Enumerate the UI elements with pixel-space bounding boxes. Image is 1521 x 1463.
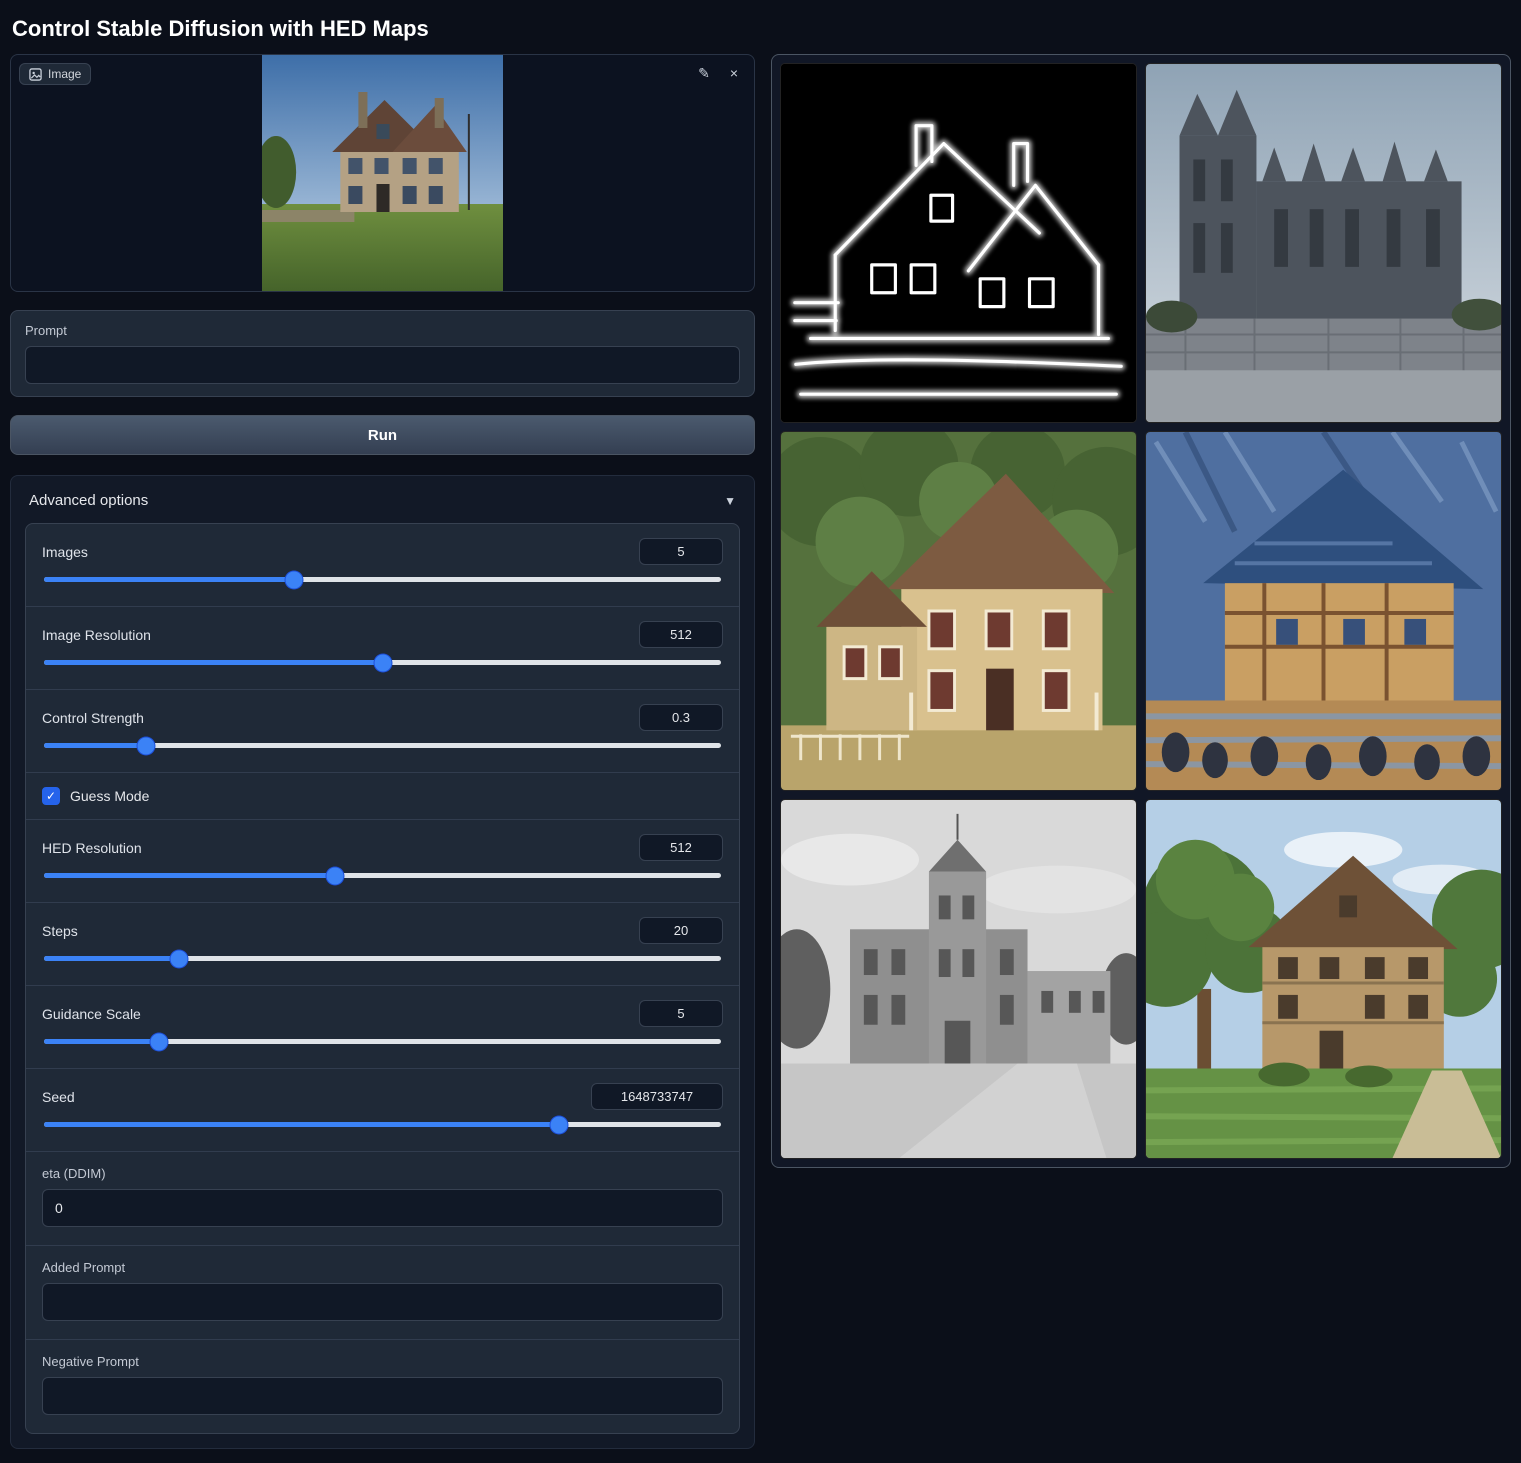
control-strength-label: Control Strength [42, 710, 144, 726]
app-layout: Image ✎ × [0, 54, 1521, 1463]
hed-resolution-label: HED Resolution [42, 840, 142, 856]
steps-label: Steps [42, 923, 78, 939]
slider-handle[interactable] [374, 654, 391, 671]
slider-fill [44, 956, 179, 961]
steps-value-input[interactable] [639, 917, 723, 944]
guidance-scale-slider[interactable] [44, 1039, 721, 1044]
prompt-label: Prompt [25, 323, 740, 338]
eta-input[interactable] [42, 1189, 723, 1227]
image-input-label: Image [48, 67, 81, 81]
negative-prompt-input[interactable] [42, 1377, 723, 1415]
check-icon: ✓ [46, 789, 56, 803]
image-resolution-slider[interactable] [44, 660, 721, 665]
image-resolution-label: Image Resolution [42, 627, 151, 643]
slider-fill [44, 743, 146, 748]
slider-fill [44, 873, 335, 878]
guess-mode-row: ✓ Guess Mode [26, 773, 739, 820]
guidance-scale-label: Guidance Scale [42, 1006, 141, 1022]
seed-slider[interactable] [44, 1122, 721, 1127]
slider-guidance-scale: Guidance Scale [26, 986, 739, 1069]
uploaded-house-photo[interactable] [262, 54, 503, 292]
slider-fill [44, 1039, 159, 1044]
prompt-input[interactable] [25, 346, 740, 384]
negative-prompt-row: Negative Prompt [26, 1340, 739, 1433]
page-title: Control Stable Diffusion with HED Maps [0, 0, 1521, 54]
slider-handle[interactable] [286, 571, 303, 588]
guess-mode-label: Guess Mode [70, 788, 149, 804]
chevron-down-icon: ▼ [724, 494, 736, 508]
gallery-item-bw-building[interactable] [780, 799, 1137, 1159]
hed-resolution-value-input[interactable] [639, 834, 723, 861]
advanced-options-panel: Advanced options ▼ Images Imag [10, 475, 755, 1449]
seed-value-input[interactable] [591, 1083, 723, 1110]
gallery-item-victorian-house[interactable] [780, 431, 1137, 791]
gallery-item-painterly-rain-house[interactable] [1145, 431, 1502, 791]
control-strength-value-input[interactable] [639, 704, 723, 731]
output-gallery [771, 54, 1511, 1168]
image-icon [29, 68, 42, 81]
guidance-scale-value-input[interactable] [639, 1000, 723, 1027]
negative-prompt-label: Negative Prompt [42, 1354, 723, 1369]
slider-handle[interactable] [151, 1033, 168, 1050]
run-button[interactable]: Run [10, 415, 755, 455]
gallery-item-hed-edge-map[interactable] [780, 63, 1137, 423]
control-strength-slider[interactable] [44, 743, 721, 748]
clear-image-icon[interactable]: × [722, 61, 746, 85]
slider-handle[interactable] [171, 950, 188, 967]
images-label: Images [42, 544, 88, 560]
controls-column: Image ✎ × [10, 54, 755, 1449]
added-prompt-row: Added Prompt [26, 1246, 739, 1340]
added-prompt-input[interactable] [42, 1283, 723, 1321]
slider-handle[interactable] [137, 737, 154, 754]
slider-fill [44, 1122, 559, 1127]
slider-fill [44, 660, 383, 665]
slider-steps: Steps [26, 903, 739, 986]
slider-seed: Seed [26, 1069, 739, 1152]
gallery-item-gothic-cathedral[interactable] [1145, 63, 1502, 423]
images-value-input[interactable] [639, 538, 723, 565]
image-input-tag: Image [19, 63, 91, 85]
eta-row: eta (DDIM) [26, 1152, 739, 1246]
gallery-item-country-house[interactable] [1145, 799, 1502, 1159]
images-slider[interactable] [44, 577, 721, 582]
results-column [771, 54, 1511, 1168]
image-tools: ✎ × [692, 61, 746, 85]
slider-fill [44, 577, 294, 582]
slider-hed-resolution: HED Resolution [26, 820, 739, 903]
hed-resolution-slider[interactable] [44, 873, 721, 878]
slider-handle[interactable] [327, 867, 344, 884]
guess-mode-checkbox[interactable]: ✓ [42, 787, 60, 805]
prompt-block: Prompt [10, 310, 755, 397]
slider-handle[interactable] [550, 1116, 567, 1133]
slider-control-strength: Control Strength [26, 690, 739, 773]
eta-label: eta (DDIM) [42, 1166, 723, 1181]
added-prompt-label: Added Prompt [42, 1260, 723, 1275]
slider-image-resolution: Image Resolution [26, 607, 739, 690]
steps-slider[interactable] [44, 956, 721, 961]
advanced-options-title: Advanced options [29, 492, 148, 509]
seed-label: Seed [42, 1089, 75, 1105]
advanced-options-header[interactable]: Advanced options ▼ [25, 490, 740, 523]
advanced-options-form: Images Image Resolution [25, 523, 740, 1434]
slider-images: Images [26, 524, 739, 607]
edit-image-icon[interactable]: ✎ [692, 61, 716, 85]
image-input[interactable]: Image ✎ × [10, 54, 755, 292]
image-resolution-value-input[interactable] [639, 621, 723, 648]
